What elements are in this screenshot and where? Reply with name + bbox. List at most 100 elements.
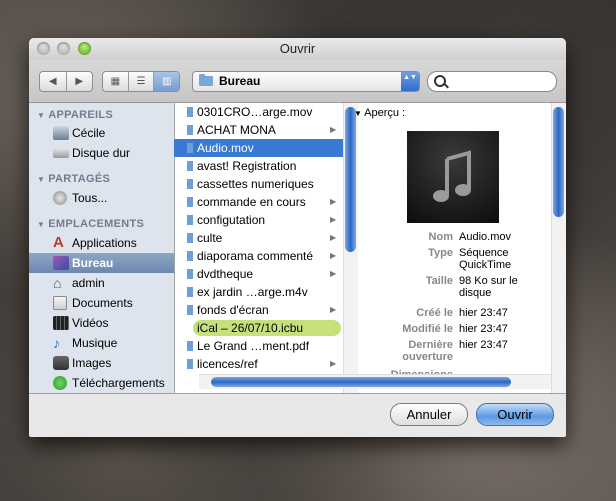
- folder-icon: [199, 74, 213, 86]
- meta-value: hier 23:47: [459, 339, 508, 351]
- list-view-icon: ☰: [136, 76, 146, 87]
- icon-view-icon: ▦: [110, 76, 121, 87]
- file-row[interactable]: licences/ref ▶: [174, 355, 344, 373]
- network-icon: [53, 191, 67, 205]
- meta-value: hier 23:47: [459, 307, 508, 319]
- chevron-right-icon: ▶: [330, 215, 337, 224]
- folder-icon: [187, 359, 193, 369]
- folder-icon: [187, 197, 193, 207]
- file-column: 0301CRO…arge.mov ACHAT MONA ▶ Audio.mov a…: [174, 103, 345, 393]
- meta-key: Créé le: [416, 307, 453, 319]
- sidebar-item-documents[interactable]: Documents: [29, 293, 174, 313]
- icon-view-button[interactable]: ▦: [103, 72, 129, 91]
- file-row[interactable]: diaporama commenté ▶: [174, 247, 344, 265]
- sidebar-item-videos[interactable]: Vidéos: [29, 313, 174, 333]
- file-row[interactable]: iCal – 26/07/10.icbu: [174, 319, 344, 337]
- back-button[interactable]: ◀: [40, 72, 67, 91]
- file-row-selected[interactable]: Audio.mov: [174, 139, 344, 157]
- sidebar-item-images[interactable]: Images: [29, 353, 174, 373]
- chevron-right-icon: ▶: [330, 233, 337, 242]
- back-arrow-icon: ◀: [48, 76, 57, 87]
- file-row[interactable]: ACHAT MONA ▶: [174, 121, 344, 139]
- preview-header: ▼ Aperçu :: [354, 107, 406, 119]
- cancel-button[interactable]: Annuler: [390, 403, 468, 426]
- chevron-right-icon: ▶: [330, 197, 337, 206]
- forward-button[interactable]: ▶: [67, 72, 93, 91]
- file-row[interactable]: commande en cours ▶: [174, 193, 344, 211]
- sidebar-item-telechargements[interactable]: Téléchargements: [29, 373, 174, 393]
- file-icon: [187, 341, 193, 351]
- open-button[interactable]: Ouvrir: [476, 403, 554, 426]
- meta-value: 98 Ko sur le disque: [459, 275, 518, 299]
- sidebar-section-emplacements[interactable]: ▼ EMPLACEMENTS: [37, 218, 144, 230]
- preview-scrollbar[interactable]: [551, 103, 566, 393]
- forward-arrow-icon: ▶: [75, 76, 84, 87]
- scroll-thumb[interactable]: [553, 107, 564, 217]
- sidebar-item-cecile[interactable]: Cécile: [29, 123, 174, 143]
- pictures-icon: [53, 356, 69, 370]
- folder-icon: [187, 125, 193, 135]
- file-icon: [187, 143, 193, 153]
- movies-icon: [53, 316, 69, 330]
- window-title: Ouvrir: [279, 41, 316, 56]
- chevron-right-icon: ▶: [330, 251, 337, 260]
- sidebar: ▼ APPAREILS Cécile Disque dur ▼ PARTAGÉS T…: [29, 103, 175, 393]
- column-view-button[interactable]: ▥: [154, 72, 179, 91]
- sidebar-section-partages[interactable]: ▼ PARTAGÉS: [37, 173, 110, 185]
- meta-value: Séquence QuickTime: [459, 247, 512, 271]
- file-row[interactable]: configutation ▶: [174, 211, 344, 229]
- chevron-right-icon: ▶: [330, 305, 337, 314]
- chevron-right-icon: ▶: [330, 125, 337, 134]
- file-row[interactable]: culte ▶: [174, 229, 344, 247]
- folder-icon: [187, 305, 193, 315]
- disclosure-triangle-icon: ▼: [37, 220, 46, 229]
- sidebar-section-appareils[interactable]: ▼ APPAREILS: [37, 109, 113, 121]
- title-bar[interactable]: Ouvrir: [29, 38, 566, 60]
- meta-key: Modifié le: [402, 323, 453, 335]
- minimize-window-button[interactable]: [57, 42, 70, 55]
- documents-icon: [53, 296, 67, 310]
- sidebar-item-disque-dur[interactable]: Disque dur: [29, 143, 174, 163]
- folder-icon: [187, 233, 193, 243]
- desktop-icon: [53, 256, 69, 270]
- folder-icon: [187, 215, 193, 225]
- close-window-button[interactable]: [37, 42, 50, 55]
- horizontal-scroll-thumb[interactable]: [211, 377, 511, 387]
- column-view-icon: ▥: [161, 76, 172, 87]
- hard-drive-icon: [53, 148, 69, 158]
- file-row[interactable]: fonds d'écran ▶: [174, 301, 344, 319]
- horizontal-scrollbar[interactable]: [199, 374, 551, 389]
- zoom-window-button[interactable]: [78, 42, 91, 55]
- sidebar-item-admin[interactable]: ⌂ admin: [29, 273, 174, 293]
- downloads-icon: [53, 376, 67, 390]
- file-row[interactable]: ex jardin …arge.m4v: [174, 283, 344, 301]
- chevron-right-icon: ▶: [330, 269, 337, 278]
- disclosure-triangle-icon: ▼: [37, 111, 46, 120]
- disclosure-triangle-icon: ▼: [354, 109, 365, 118]
- home-icon: ⌂: [53, 275, 62, 291]
- file-icon: [187, 107, 193, 117]
- search-field[interactable]: [427, 71, 557, 92]
- meta-key: Nom: [428, 231, 453, 243]
- meta-key: Type: [428, 247, 453, 259]
- music-note-icon: [433, 150, 471, 202]
- file-row[interactable]: 0301CRO…arge.mov: [174, 103, 344, 121]
- preview-column: ▼ Aperçu : Nom Audio.mov Type Séquence Q…: [344, 103, 566, 393]
- sidebar-item-applications[interactable]: A Applications: [29, 233, 174, 253]
- browser-area: ▼ APPAREILS Cécile Disque dur ▼ PARTAGÉS T…: [29, 103, 566, 394]
- sidebar-item-bureau[interactable]: Bureau: [29, 253, 174, 273]
- chevron-right-icon: ▶: [330, 359, 337, 368]
- file-row[interactable]: cassettes numeriques: [174, 175, 344, 193]
- sidebar-item-musique[interactable]: ♪ Musique: [29, 333, 174, 353]
- meta-value: hier 23:47: [459, 323, 508, 335]
- popup-arrows-icon: ▲▼: [401, 72, 419, 91]
- applications-icon: A: [53, 234, 64, 251]
- file-row[interactable]: dvdtheque ▶: [174, 265, 344, 283]
- file-row[interactable]: Le Grand …ment.pdf: [174, 337, 344, 355]
- sidebar-item-tous[interactable]: Tous...: [29, 188, 174, 208]
- meta-key: Dernière ouverture: [402, 339, 453, 363]
- list-view-button[interactable]: ☰: [129, 72, 155, 91]
- file-icon: [187, 161, 193, 171]
- location-popup[interactable]: Bureau ▲▼: [192, 71, 420, 92]
- file-row[interactable]: avast! Registration: [174, 157, 344, 175]
